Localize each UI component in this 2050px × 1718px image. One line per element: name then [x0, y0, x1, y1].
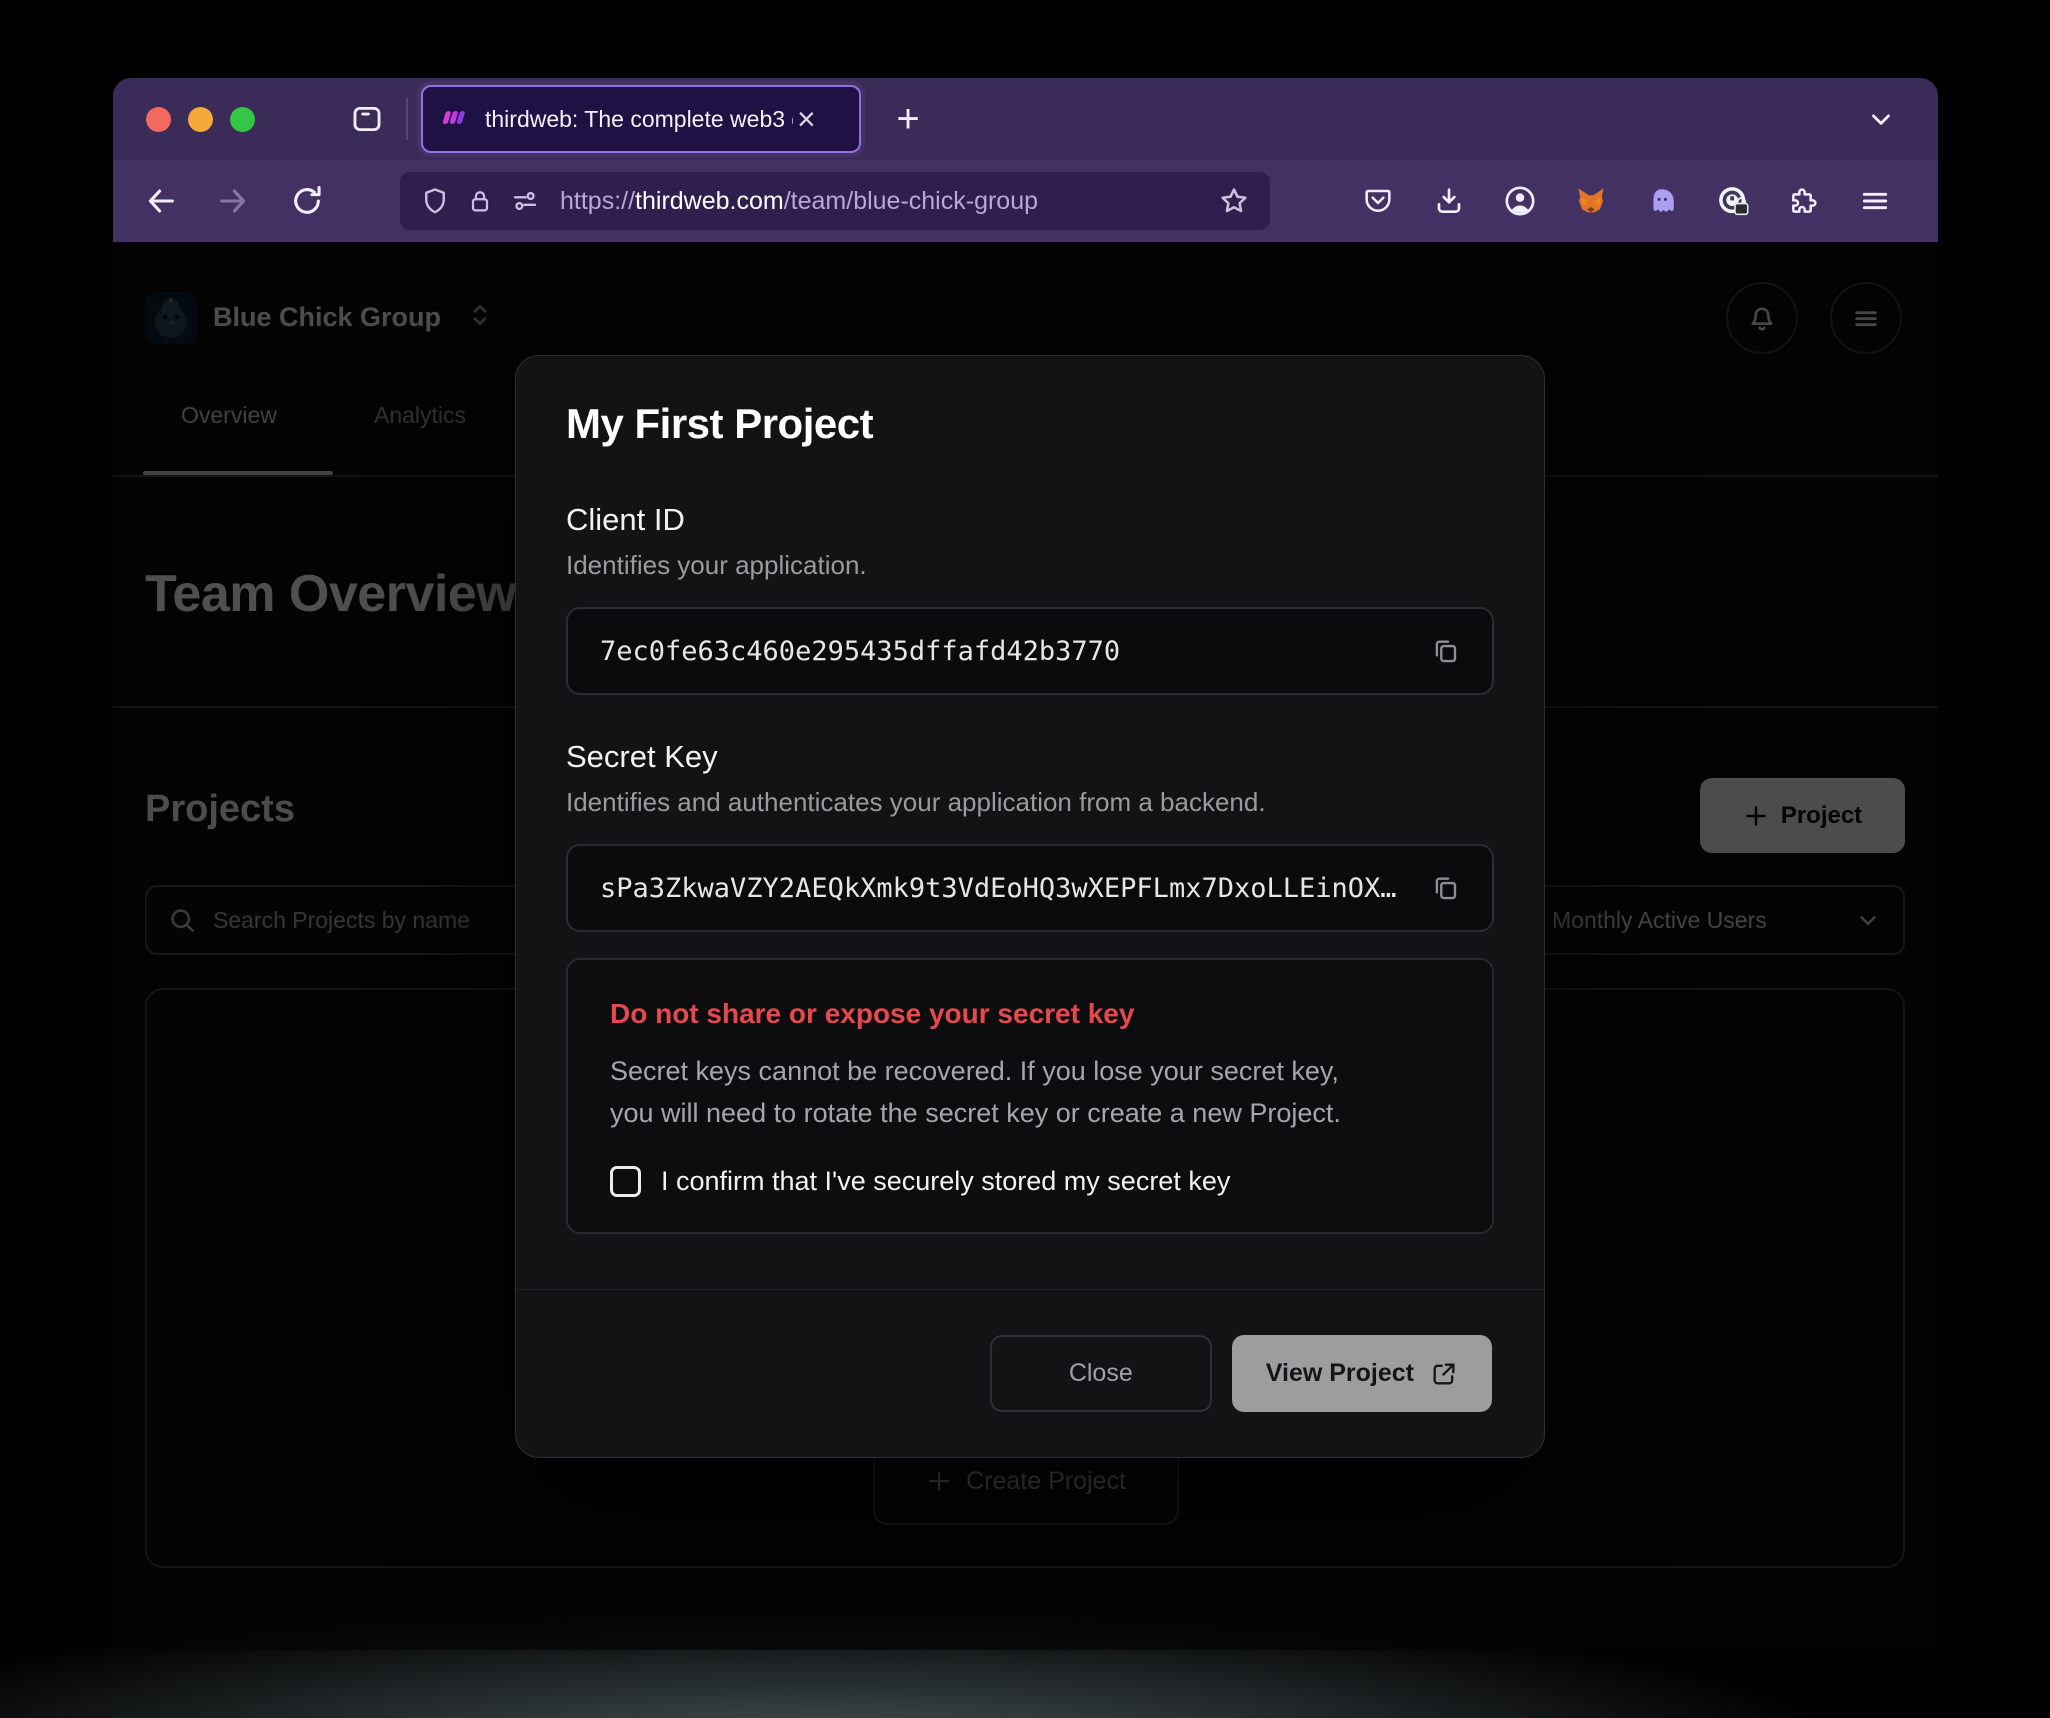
dialog-footer: Close View Project	[516, 1289, 1544, 1457]
new-tab-button[interactable]: +	[881, 92, 935, 146]
reload-button[interactable]	[279, 173, 335, 229]
desktop: thirdweb: The complete web3 de × +	[0, 0, 2050, 1718]
client-id-label: Client ID	[566, 502, 1494, 538]
zoom-window-button[interactable]	[230, 107, 255, 132]
browser-window: thirdweb: The complete web3 de × +	[113, 78, 1938, 1650]
app-menu-hamburger-icon[interactable]	[1848, 173, 1902, 229]
url-bar[interactable]: https://thirdweb.com/team/blue-chick-gro…	[400, 172, 1270, 230]
tab-title: thirdweb: The complete web3 de	[485, 106, 793, 133]
site-permissions-icon[interactable]	[510, 186, 540, 216]
forward-button[interactable]	[205, 173, 261, 229]
metamask-icon[interactable]	[1564, 173, 1618, 229]
back-button[interactable]	[133, 173, 189, 229]
secret-key-value: sPa3ZkwaVZY2AEQkXmk9t3VdEoHQ3wXEPFLmx7Dx…	[600, 873, 1412, 904]
downloads-icon[interactable]	[1422, 173, 1476, 229]
bookmark-star-icon[interactable]	[1218, 185, 1250, 217]
phantom-icon[interactable]	[1635, 173, 1689, 229]
browser-tab-thirdweb[interactable]: thirdweb: The complete web3 de ×	[421, 85, 861, 153]
warning-body: Secret keys cannot be recovered. If you …	[610, 1050, 1450, 1134]
secret-key-warning: Do not share or expose your secret key S…	[566, 958, 1494, 1234]
account-icon[interactable]	[1493, 173, 1547, 229]
browser-tabstrip: thirdweb: The complete web3 de × +	[113, 78, 1938, 160]
tab-close-icon[interactable]: ×	[797, 103, 816, 135]
tracking-protection-shield-icon[interactable]	[420, 186, 450, 216]
window-controls	[146, 107, 255, 132]
secret-key-label: Secret Key	[566, 739, 1494, 775]
copy-client-id-icon[interactable]	[1430, 636, 1460, 666]
thirdweb-favicon-icon	[439, 104, 469, 134]
confirm-label: I confirm that I've securely stored my s…	[661, 1166, 1230, 1197]
navbar-right-icons	[1351, 173, 1902, 229]
list-all-tabs-icon[interactable]	[1854, 92, 1908, 146]
client-id-field: 7ec0fe63c460e295435dffafd42b3770	[566, 607, 1494, 695]
secret-key-description: Identifies and authenticates your applic…	[566, 787, 1494, 818]
secret-key-field: sPa3ZkwaVZY2AEQkXmk9t3VdEoHQ3wXEPFLmx7Dx…	[566, 844, 1494, 932]
project-created-dialog: My First Project Client ID Identifies yo…	[515, 355, 1545, 1458]
pocket-icon[interactable]	[1351, 173, 1405, 229]
tabstrip-separator	[406, 98, 408, 140]
url-text: https://thirdweb.com/team/blue-chick-gro…	[560, 187, 1202, 216]
minimize-window-button[interactable]	[188, 107, 213, 132]
client-id-value: 7ec0fe63c460e295435dffafd42b3770	[600, 636, 1412, 667]
extensions-puzzle-icon[interactable]	[1777, 173, 1831, 229]
warning-title: Do not share or expose your secret key	[610, 998, 1450, 1030]
copy-secret-key-icon[interactable]	[1430, 873, 1460, 903]
close-button[interactable]: Close	[990, 1335, 1212, 1412]
firefox-view-icon[interactable]	[350, 102, 384, 136]
browser-navbar: https://thirdweb.com/team/blue-chick-gro…	[113, 160, 1938, 242]
confirm-checkbox[interactable]	[610, 1166, 641, 1197]
onepassword-icon[interactable]	[1706, 173, 1760, 229]
view-project-button[interactable]: View Project	[1232, 1335, 1492, 1412]
page-content: Blue Chick Group Overview Analytics Team…	[113, 242, 1938, 1650]
close-window-button[interactable]	[146, 107, 171, 132]
external-link-icon	[1430, 1360, 1458, 1388]
dialog-title: My First Project	[566, 400, 1494, 448]
client-id-description: Identifies your application.	[566, 550, 1494, 581]
connection-lock-icon[interactable]	[466, 187, 494, 215]
